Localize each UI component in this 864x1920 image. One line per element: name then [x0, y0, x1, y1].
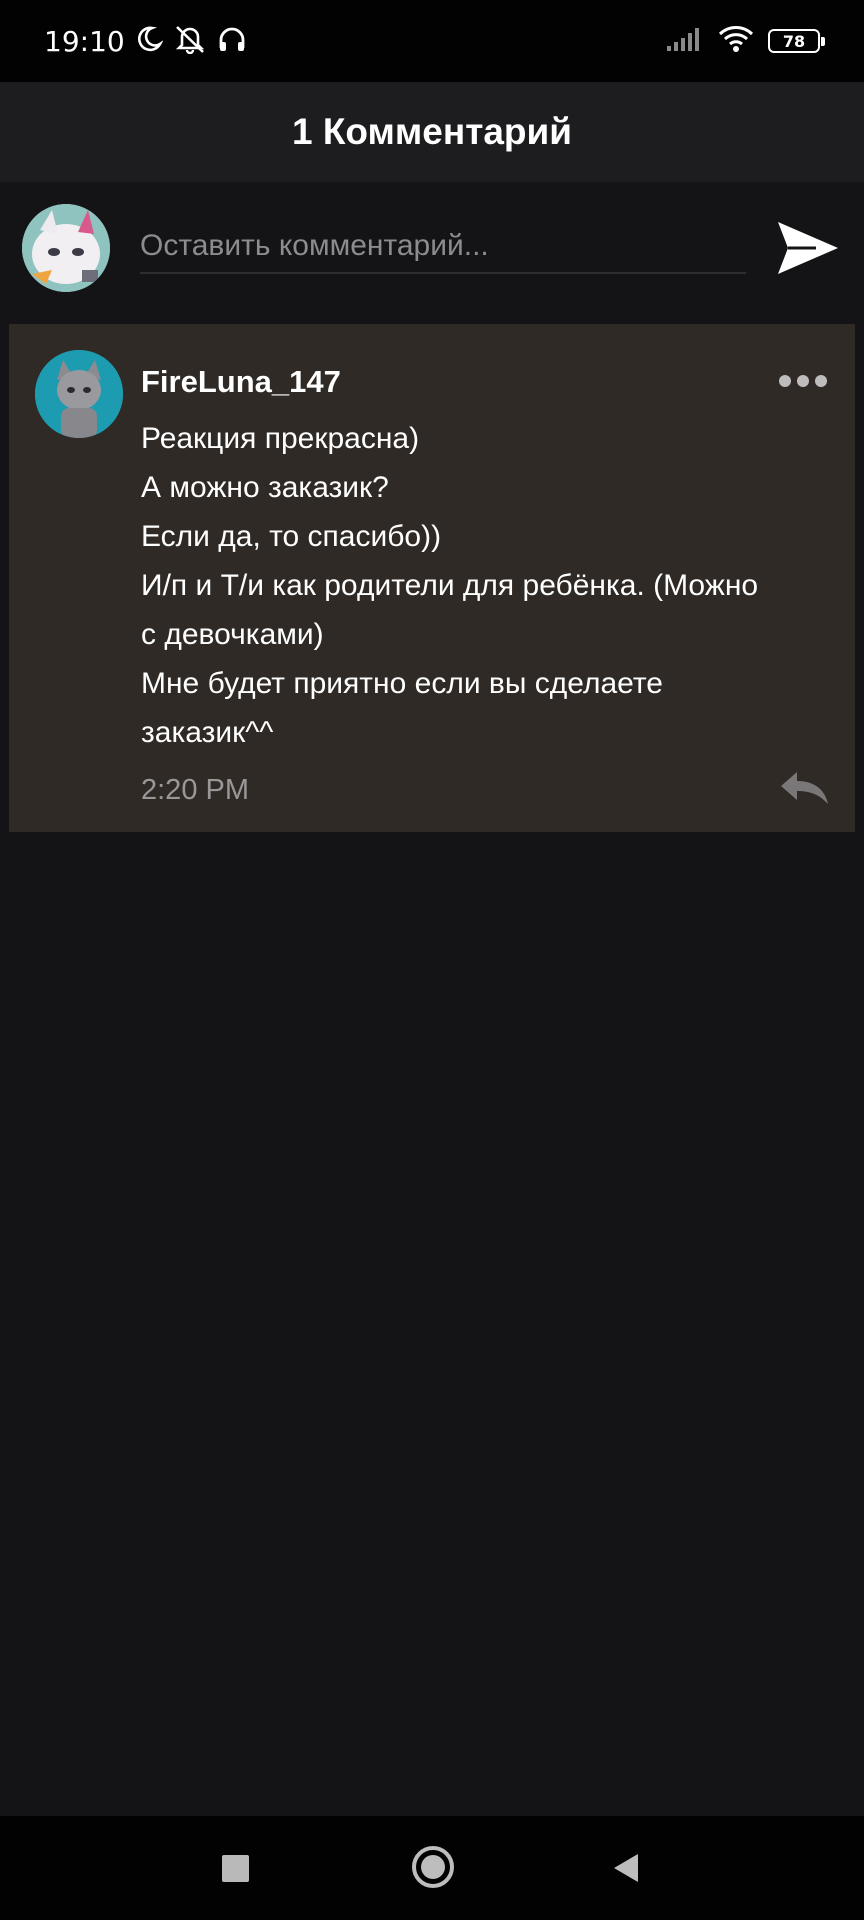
- signal-icon: [666, 26, 704, 57]
- back-icon: [614, 1854, 638, 1882]
- more-options-button[interactable]: [779, 372, 829, 390]
- battery-level: 78: [782, 31, 806, 51]
- comment-author[interactable]: FireLuna_147: [141, 364, 341, 400]
- page-title: 1 Комментарий: [291, 111, 572, 152]
- send-icon: [778, 222, 838, 274]
- status-bar: 19:10 78: [0, 0, 864, 82]
- my-avatar[interactable]: [22, 204, 110, 292]
- status-time: 19:10: [44, 24, 125, 58]
- comment-line: Реакция прекрасна): [141, 422, 420, 455]
- comment-author-avatar[interactable]: [35, 350, 123, 438]
- comment-line: Если да, то спасибо)): [141, 520, 442, 553]
- more-dots-icon: [797, 375, 809, 387]
- comment-line: Мне будет приятно если вы сделаете: [141, 667, 663, 700]
- comment-input-wrap: [140, 222, 746, 274]
- comment-line: заказик^^: [141, 716, 274, 749]
- silent-bell-icon: [173, 24, 207, 59]
- comments-header: 1 Комментарий: [0, 82, 864, 182]
- recents-button[interactable]: [222, 1855, 249, 1882]
- status-left: 19:10: [44, 24, 247, 59]
- home-button[interactable]: [412, 1846, 454, 1888]
- comment-line: А можно заказик?: [141, 471, 389, 504]
- comment-text: Реакция прекрасна) А можно заказик? Если…: [141, 414, 841, 757]
- headphones-icon: [217, 24, 247, 59]
- more-dots-icon: [815, 375, 827, 387]
- comment-compose: [0, 182, 864, 324]
- comment-card: FireLuna_147 Реакция прекрасна) А можно …: [9, 324, 855, 832]
- battery-icon: 78: [768, 29, 825, 53]
- moon-icon: [135, 25, 164, 58]
- comment-line: с девочками): [141, 618, 324, 651]
- send-button[interactable]: [776, 216, 840, 280]
- back-button[interactable]: [612, 1852, 640, 1884]
- reply-button[interactable]: [779, 770, 831, 806]
- comment-input[interactable]: [140, 222, 746, 270]
- more-dots-icon: [779, 375, 791, 387]
- reply-icon: [781, 772, 828, 804]
- wifi-icon: [718, 25, 754, 58]
- comment-timestamp: 2:20 PM: [141, 774, 249, 806]
- comment-line: И/п и Т/и как родители для ребёнка. (Мож…: [141, 569, 759, 602]
- status-right: 78: [666, 25, 825, 58]
